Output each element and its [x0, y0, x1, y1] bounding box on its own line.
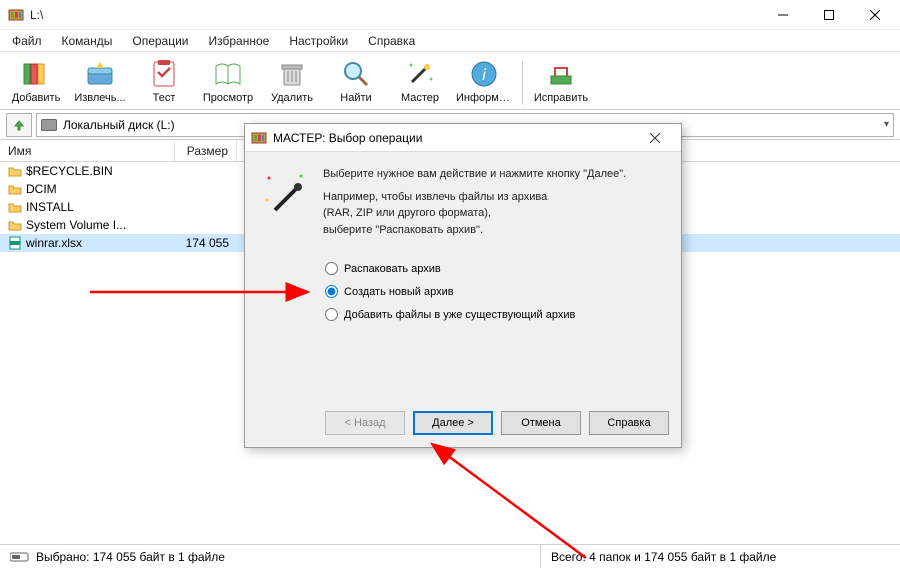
- dialog-example1: Например, чтобы извлечь файлы из архива: [323, 191, 547, 203]
- dialog-example3: выберите "Распаковать архив".: [323, 224, 483, 236]
- col-size[interactable]: Размер: [175, 140, 237, 161]
- dialog-body: Выберите нужное вам действие и нажмите к…: [245, 152, 681, 403]
- repair-label: Исправить: [534, 92, 588, 104]
- menu-help[interactable]: Справка: [358, 31, 425, 51]
- wizard-wand-icon: [261, 170, 309, 218]
- svg-text:i: i: [482, 67, 486, 84]
- wand-icon: [404, 58, 436, 90]
- file-name: winrar.xlsx: [26, 236, 82, 250]
- menu-favorites[interactable]: Избранное: [199, 31, 280, 51]
- dialog-titlebar[interactable]: МАСТЕР: Выбор операции: [245, 124, 681, 152]
- menu-file[interactable]: Файл: [2, 31, 52, 51]
- test-label: Тест: [153, 92, 176, 104]
- up-button[interactable]: [6, 113, 32, 137]
- radio-create-label: Создать новый архив: [344, 286, 454, 298]
- next-button[interactable]: Далее >: [413, 411, 493, 435]
- folder-icon: [8, 182, 22, 196]
- col-name[interactable]: Имя: [0, 140, 175, 161]
- view-label: Просмотр: [203, 92, 253, 104]
- file-name: System Volume I...: [26, 218, 126, 232]
- menu-operations[interactable]: Операции: [122, 31, 198, 51]
- drive-icon: [41, 119, 57, 131]
- maximize-button[interactable]: [806, 0, 852, 30]
- file-size: 174 055: [175, 236, 237, 250]
- info-button[interactable]: i Информация: [454, 53, 514, 105]
- status-right: Всего: 4 папок и 174 055 байт в 1 файле: [541, 550, 900, 564]
- extract-button[interactable]: Извлечь...: [70, 53, 130, 105]
- status-right-text: Всего: 4 папок и 174 055 байт в 1 файле: [551, 550, 776, 564]
- status-bar: Выбрано: 174 055 байт в 1 файле Всего: 4…: [0, 544, 900, 568]
- delete-button[interactable]: Удалить: [262, 53, 322, 105]
- extract-icon: [84, 58, 116, 90]
- wizard-dialog: МАСТЕР: Выбор операции Выберите нужное в…: [244, 123, 682, 448]
- file-name: DCIM: [26, 182, 57, 196]
- address-text: Локальный диск (L:): [63, 118, 175, 132]
- back-button[interactable]: < Назад: [325, 411, 405, 435]
- wizard-button[interactable]: Мастер: [390, 53, 450, 105]
- search-icon: [340, 58, 372, 90]
- menu-settings[interactable]: Настройки: [279, 31, 358, 51]
- minimize-button[interactable]: [760, 0, 806, 30]
- dialog-close-button[interactable]: [635, 125, 675, 151]
- title-bar: L:\: [0, 0, 900, 30]
- dialog-intro: Выберите нужное вам действие и нажмите к…: [323, 166, 665, 183]
- dialog-radio-group: Распаковать архив Создать новый архив До…: [325, 262, 665, 321]
- books-icon: [20, 58, 52, 90]
- repair-icon: [545, 58, 577, 90]
- status-left: Выбрано: 174 055 байт в 1 файле: [0, 550, 540, 564]
- status-left-text: Выбрано: 174 055 байт в 1 файле: [36, 550, 225, 564]
- radio-add[interactable]: Добавить файлы в уже существующий архив: [325, 308, 665, 321]
- dialog-buttons: < Назад Далее > Отмена Справка: [245, 403, 681, 447]
- folder-icon: [8, 164, 22, 178]
- find-button[interactable]: Найти: [326, 53, 386, 105]
- info-label: Информация: [456, 92, 512, 104]
- folder-icon: [8, 200, 22, 214]
- close-icon: [650, 133, 660, 143]
- help-button[interactable]: Справка: [589, 411, 669, 435]
- dropdown-icon[interactable]: ▾: [884, 119, 889, 130]
- cancel-button[interactable]: Отмена: [501, 411, 581, 435]
- wizard-label: Мастер: [401, 92, 439, 104]
- radio-create[interactable]: Создать новый архив: [325, 285, 665, 298]
- close-button[interactable]: [852, 0, 898, 30]
- add-label: Добавить: [12, 92, 61, 104]
- find-label: Найти: [340, 92, 371, 104]
- extract-label: Извлечь...: [74, 92, 125, 104]
- status-icon: [10, 551, 30, 563]
- folder-icon: [8, 218, 22, 232]
- test-icon: [148, 58, 180, 90]
- repair-button[interactable]: Исправить: [531, 53, 591, 105]
- menu-commands[interactable]: Команды: [52, 31, 123, 51]
- radio-extract[interactable]: Распаковать архив: [325, 262, 665, 275]
- window-title: L:\: [30, 8, 43, 22]
- toolbar-separator: [522, 61, 523, 105]
- add-button[interactable]: Добавить: [6, 53, 66, 105]
- app-icon: [251, 130, 267, 146]
- file-icon: [8, 236, 22, 250]
- up-arrow-icon: [12, 118, 26, 132]
- trash-icon: [276, 58, 308, 90]
- view-button[interactable]: Просмотр: [198, 53, 258, 105]
- file-name: $RECYCLE.BIN: [26, 164, 113, 178]
- radio-extract-label: Распаковать архив: [344, 263, 441, 275]
- info-icon: i: [468, 58, 500, 90]
- dialog-example2: (RAR, ZIP или другого формата),: [323, 207, 491, 219]
- delete-label: Удалить: [271, 92, 313, 104]
- dialog-title: МАСТЕР: Выбор операции: [273, 131, 422, 145]
- test-button[interactable]: Тест: [134, 53, 194, 105]
- app-icon: [8, 7, 24, 23]
- file-name: INSTALL: [26, 200, 74, 214]
- radio-add-label: Добавить файлы в уже существующий архив: [344, 309, 575, 321]
- menu-bar: Файл Команды Операции Избранное Настройк…: [0, 30, 900, 52]
- toolbar: Добавить Извлечь... Тест Просмотр Удалит…: [0, 52, 900, 110]
- book-icon: [212, 58, 244, 90]
